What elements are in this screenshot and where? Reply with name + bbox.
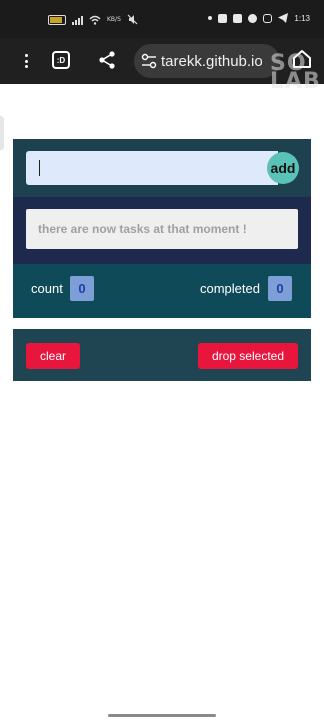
status-right-icons: 1:13 (208, 13, 310, 23)
tabs-label: :D (56, 55, 66, 65)
todo-app: add there are now tasks at that moment !… (13, 139, 311, 318)
share-icon[interactable] (97, 50, 117, 70)
task-input[interactable] (26, 151, 278, 185)
tabs-button[interactable]: :D (52, 51, 70, 69)
network-speed: KB/S (107, 16, 121, 23)
tasks-section: there are now tasks at that moment ! (13, 197, 311, 264)
input-section: add (13, 139, 311, 197)
clear-button[interactable]: clear (26, 343, 81, 369)
site-settings-icon[interactable] (141, 53, 157, 69)
completed-label: completed (200, 281, 260, 296)
drop-selected-button[interactable]: drop selected (197, 343, 298, 369)
youtube-icon (233, 13, 243, 23)
empty-tasks-message: there are now tasks at that moment ! (26, 209, 298, 249)
add-button[interactable]: add (267, 152, 299, 184)
linkedin-icon (218, 13, 228, 23)
completed-badge: 0 (268, 276, 292, 301)
instagram-icon (263, 13, 273, 23)
stats-section: count 0 completed 0 (13, 264, 311, 318)
mute-icon (127, 14, 138, 25)
status-bar: KB/S 1:13 (0, 0, 324, 38)
telegram-icon (278, 13, 289, 23)
battery-icon (48, 14, 66, 25)
text-caret (39, 160, 40, 176)
status-left-icons: KB/S (48, 14, 138, 25)
home-indicator[interactable] (108, 714, 216, 717)
status-clock: 1:13 (294, 13, 310, 23)
url-text: tarekk.github.io (161, 53, 263, 70)
count-badge: 0 (70, 276, 94, 301)
browser-toolbar: :D tarekk.github.io SO LAB (0, 38, 324, 93)
watermark-logo: SO LAB (270, 51, 321, 94)
wifi-icon (89, 15, 101, 25)
notification-dot-icon (208, 16, 213, 20)
chat-icon (248, 13, 258, 23)
signal-icon (72, 15, 83, 25)
count-label: count (31, 281, 63, 296)
actions-section: clear drop selected (13, 329, 311, 381)
more-menu-icon[interactable] (17, 52, 35, 70)
side-panel-handle[interactable] (0, 116, 4, 150)
address-bar[interactable]: tarekk.github.io (134, 44, 280, 78)
